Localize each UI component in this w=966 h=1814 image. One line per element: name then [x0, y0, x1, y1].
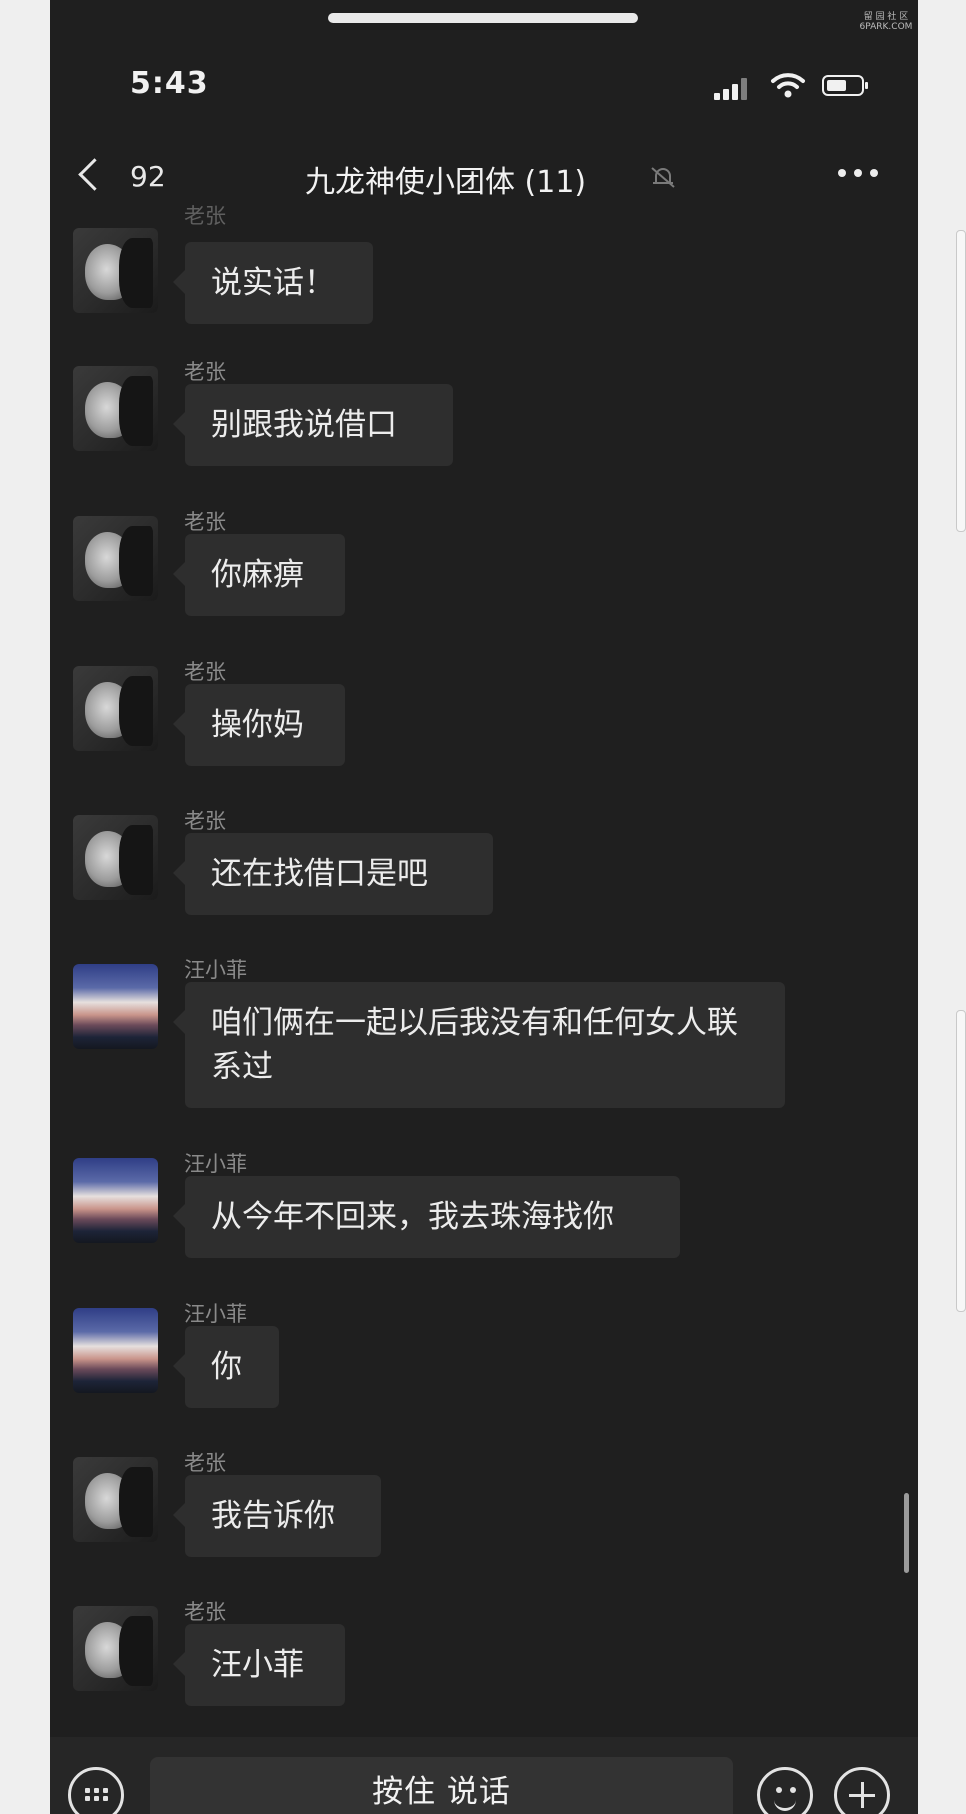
avatar[interactable]: [73, 1158, 158, 1243]
sender-name: 汪小菲: [184, 958, 247, 982]
sender-name: 老张: [184, 660, 226, 684]
avatar[interactable]: [73, 1457, 158, 1542]
scrollbar[interactable]: [904, 1493, 909, 1573]
message-item: 老张 还在找借口是吧: [50, 809, 918, 929]
message-bubble[interactable]: 从今年不回来，我去珠海找你: [173, 1176, 680, 1258]
home-indicator[interactable]: [328, 13, 638, 23]
device-edge-lower: [956, 1010, 966, 1312]
avatar[interactable]: [73, 516, 158, 601]
page: 留 园 社 区 6PARK.COM 5:43 92 九龙神使小团体 (11) 老…: [0, 0, 966, 1814]
sender-name: 老张: [184, 809, 226, 833]
avatar[interactable]: [73, 366, 158, 451]
message-bubble[interactable]: 还在找借口是吧: [173, 833, 493, 915]
signal-icon: [714, 76, 756, 100]
sender-name: 老张: [184, 360, 226, 384]
message-item: 老张 别跟我说借口: [50, 360, 918, 480]
avatar[interactable]: [73, 1606, 158, 1691]
avatar[interactable]: [73, 1308, 158, 1393]
status-time: 5:43: [130, 66, 209, 101]
emoji-icon[interactable]: [757, 1767, 813, 1814]
avatar[interactable]: [73, 964, 158, 1049]
plus-icon[interactable]: [834, 1767, 890, 1814]
sender-name: 老张: [184, 1600, 226, 1624]
sender-name: 老张: [184, 510, 226, 534]
message-bubble[interactable]: 你麻痹: [173, 534, 345, 616]
message-item: 老张 你麻痹: [50, 510, 918, 630]
message-bubble[interactable]: 别跟我说借口: [173, 384, 453, 466]
message-item: 老张 汪小菲: [50, 1600, 918, 1720]
message-item: 汪小菲 你: [50, 1302, 918, 1422]
sender-name: 汪小菲: [184, 1152, 247, 1176]
keyboard-icon[interactable]: [68, 1767, 124, 1814]
message-bubble[interactable]: 汪小菲: [173, 1624, 345, 1706]
back-unread-count[interactable]: 92: [130, 160, 166, 193]
avatar[interactable]: [73, 666, 158, 751]
input-bar: 按住 说话: [50, 1737, 918, 1814]
watermark: 留 园 社 区 6PARK.COM: [859, 12, 913, 32]
sender-name: 汪小菲: [184, 1302, 247, 1326]
message-bubble[interactable]: 操你妈: [173, 684, 345, 766]
message-bubble[interactable]: 说实话！: [173, 242, 373, 324]
wifi-icon: [771, 73, 805, 98]
message-bubble[interactable]: 你: [173, 1326, 279, 1408]
message-item: 汪小菲 从今年不回来，我去珠海找你: [50, 1152, 918, 1272]
back-icon[interactable]: [78, 158, 111, 191]
sender-name: 老张: [184, 1451, 226, 1475]
message-item: 汪小菲 咱们俩在一起以后我没有和任何女人联系过: [50, 958, 918, 1128]
message-item: 老张 我告诉你: [50, 1451, 918, 1571]
avatar[interactable]: [73, 815, 158, 900]
sender-name: 老张: [184, 204, 226, 228]
mute-bell-icon: [651, 167, 675, 188]
message-bubble[interactable]: 我告诉你: [173, 1475, 381, 1557]
more-options-icon[interactable]: [838, 168, 880, 178]
message-bubble[interactable]: 咱们俩在一起以后我没有和任何女人联系过: [173, 982, 785, 1108]
message-item: 老张 说实话！: [50, 201, 918, 324]
battery-icon: [822, 75, 868, 96]
message-item: 老张 操你妈: [50, 660, 918, 780]
avatar[interactable]: [73, 228, 158, 313]
phone-screen: 留 园 社 区 6PARK.COM 5:43 92 九龙神使小团体 (11) 老…: [50, 0, 918, 1814]
status-icons: [714, 70, 874, 104]
device-edge-upper: [956, 230, 966, 532]
chat-title: 九龙神使小团体 (11): [305, 165, 587, 200]
hold-to-talk-button[interactable]: 按住 说话: [150, 1757, 733, 1814]
